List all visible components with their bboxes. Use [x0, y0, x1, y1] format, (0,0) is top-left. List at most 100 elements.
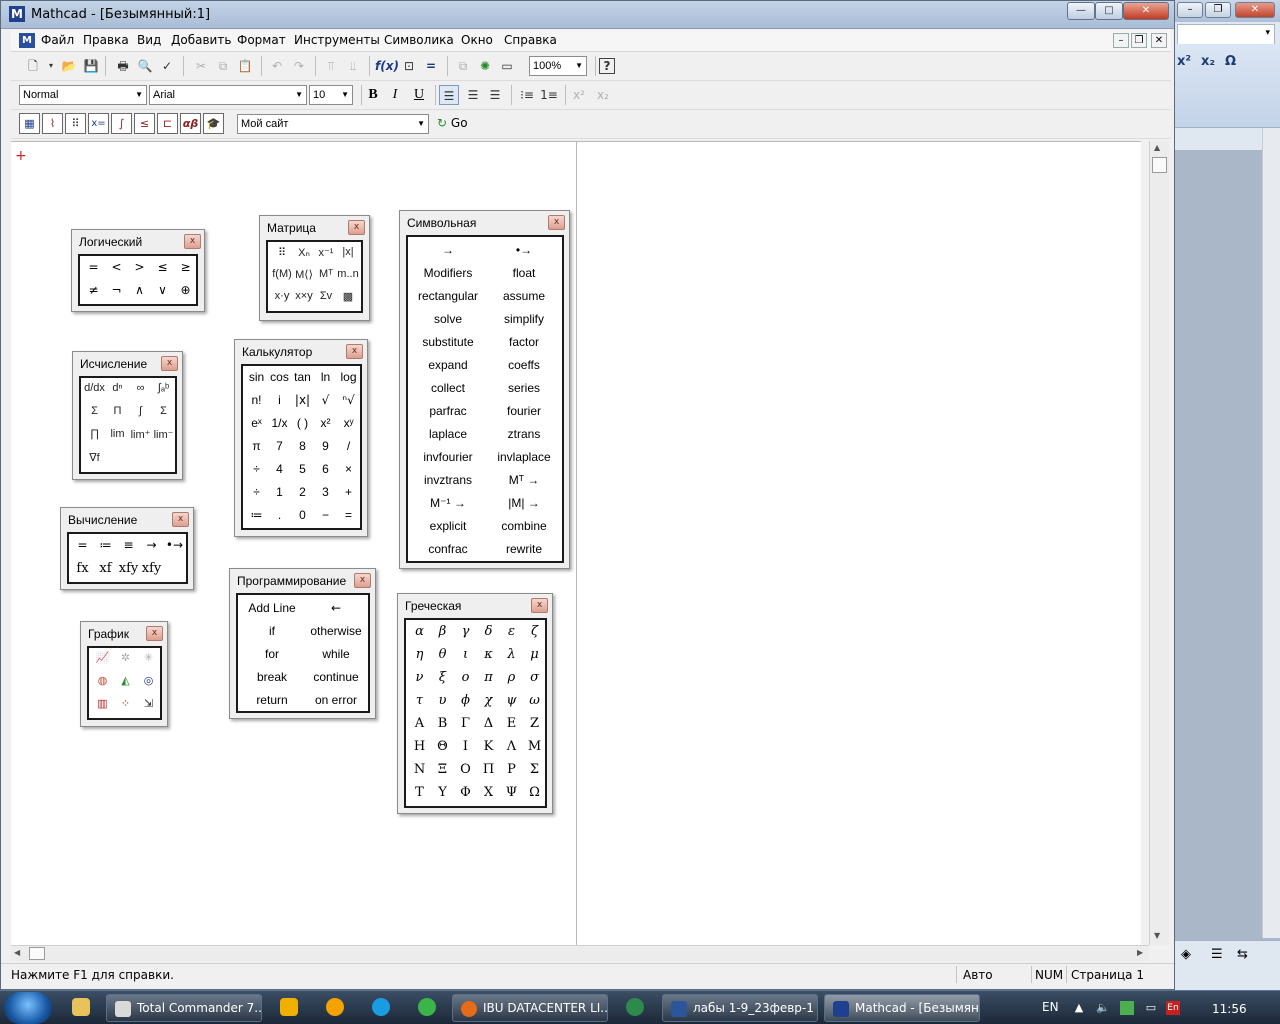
bullet-list-icon[interactable]: ⁝≡: [517, 85, 537, 105]
align-center-icon[interactable]: ☰: [463, 85, 483, 105]
greek-upper-upsilon-button[interactable]: Υ: [431, 785, 454, 800]
matrix-subscript-icon[interactable]: Xₙ: [293, 246, 315, 259]
calc-absolute-button[interactable]: |x|: [291, 393, 314, 407]
prog-otherwise-button[interactable]: otherwise: [304, 624, 368, 638]
calc-3-button[interactable]: 3: [314, 485, 337, 499]
eval-treefix-button[interactable]: xfy: [140, 561, 163, 576]
calc-sqrt-button[interactable]: √: [314, 393, 337, 407]
palette-close-button[interactable]: x: [146, 626, 163, 641]
matrix-insert-icon[interactable]: ⠿: [271, 246, 293, 259]
greek-upper-nu-button[interactable]: Ν: [408, 762, 431, 777]
scroll-right-icon[interactable]: ▶: [1137, 948, 1143, 957]
product-icon[interactable]: ∏: [83, 428, 106, 440]
greek-palette-icon[interactable]: αβ: [180, 113, 201, 134]
document-icon[interactable]: M: [19, 33, 35, 48]
resources-icon[interactable]: ✺: [475, 56, 495, 76]
calc-decimal-button[interactable]: .: [268, 508, 291, 522]
symbolic-parfrac-button[interactable]: parfrac: [410, 404, 486, 418]
logic-or-button[interactable]: ∨: [151, 283, 174, 297]
limit-icon[interactable]: lim: [106, 428, 129, 440]
scatter-plot-icon[interactable]: ⁘: [114, 697, 137, 710]
calc-5-button[interactable]: 5: [291, 462, 314, 476]
greek-lower-nu-button[interactable]: ν: [408, 670, 431, 685]
superscript-icon[interactable]: x²: [569, 85, 589, 105]
subscript-icon[interactable]: x₂: [593, 85, 613, 105]
greek-upper-delta-button[interactable]: Δ: [477, 716, 500, 731]
calc-square-button[interactable]: x²: [314, 416, 337, 430]
range-sum-icon[interactable]: Σ: [83, 405, 106, 417]
taskbar-button-mathcad[interactable]: Mathcad - [Безымян...: [824, 994, 980, 1022]
logic-less-equal-button[interactable]: ≤: [151, 260, 174, 274]
window-icon[interactable]: ▭: [497, 56, 517, 76]
palette-close-button[interactable]: x: [346, 344, 363, 359]
prog-while-button[interactable]: while: [304, 647, 368, 661]
symbolic-assume-button[interactable]: assume: [486, 289, 562, 303]
greek-upper-alpha-button[interactable]: Α: [408, 716, 431, 731]
limit-right-icon[interactable]: lim⁺: [129, 428, 152, 441]
greek-upper-lambda-button[interactable]: Λ: [500, 739, 523, 754]
prog-add-line-button[interactable]: Add Line: [240, 601, 304, 615]
symbolic-combine-button[interactable]: combine: [486, 519, 562, 533]
menu-edit[interactable]: Правка: [83, 33, 129, 47]
matrix-column-icon[interactable]: M⟨⟩: [293, 268, 315, 281]
component-icon[interactable]: ⧉: [453, 56, 473, 76]
symbolic-substitute-button[interactable]: substitute: [410, 335, 486, 349]
skype-icon[interactable]: [372, 998, 390, 1016]
symbolic-invztrans-button[interactable]: invztrans: [410, 473, 486, 487]
site-select[interactable]: Мой сайт ▼: [237, 114, 429, 134]
superscript-icon[interactable]: x²: [1177, 54, 1191, 69]
matrix-sum-icon[interactable]: Σv: [315, 290, 337, 302]
monitor-icon[interactable]: ▭: [1144, 1001, 1158, 1015]
greek-upper-mu-button[interactable]: Μ: [523, 739, 546, 754]
clock[interactable]: 11:56: [1212, 1002, 1247, 1016]
calc-7-button[interactable]: 7: [268, 439, 291, 453]
contour-plot-icon[interactable]: ◎: [137, 674, 160, 687]
symbolic-expand-button[interactable]: expand: [410, 358, 486, 372]
palette-close-button[interactable]: x: [184, 234, 201, 249]
language-indicator[interactable]: EN: [1042, 1000, 1059, 1014]
palette-title[interactable]: График: [88, 627, 129, 641]
calc-define-button[interactable]: ≔: [245, 508, 268, 522]
palette-close-button[interactable]: x: [531, 598, 548, 613]
calc-tan-button[interactable]: tan: [291, 370, 314, 384]
infinity-icon[interactable]: ∞: [129, 382, 152, 394]
greek-lower-tau-button[interactable]: τ: [408, 693, 431, 708]
greek-upper-sigma-button[interactable]: Σ: [523, 762, 546, 777]
horizontal-scroll-thumb[interactable]: [29, 947, 45, 960]
greek-lower-beta-button[interactable]: β: [431, 624, 454, 639]
greek-lower-zeta-button[interactable]: ζ: [523, 624, 546, 639]
greek-lower-delta-button[interactable]: δ: [477, 624, 500, 639]
symbolic-determinant-button[interactable]: |M| →: [486, 496, 562, 510]
symbolic-keyword-eval-button[interactable]: •→: [486, 243, 562, 257]
menu-window[interactable]: Окно: [461, 33, 493, 47]
zoom-select[interactable]: 100% ▼: [529, 56, 587, 76]
menu-insert[interactable]: Добавить: [171, 33, 231, 47]
insert-unit-icon[interactable]: ⊡: [399, 56, 419, 76]
greek-lower-epsilon-button[interactable]: ε: [500, 624, 523, 639]
symbolic-invlaplace-button[interactable]: invlaplace: [486, 450, 562, 464]
vertical-scrollbar[interactable]: ▲ ▼: [1149, 141, 1169, 945]
greek-upper-xi-button[interactable]: Ξ: [431, 762, 454, 777]
range-product-icon[interactable]: Π: [106, 405, 129, 417]
logic-less-button[interactable]: <: [105, 260, 128, 274]
matrix-determinant-icon[interactable]: |x|: [337, 246, 359, 258]
symbolic-fourier-button[interactable]: fourier: [486, 404, 562, 418]
palette-title[interactable]: Греческая: [405, 599, 461, 613]
greek-lower-psi-button[interactable]: ψ: [500, 693, 523, 708]
calculus-palette-icon[interactable]: ∫: [111, 113, 132, 134]
scroll-down-icon[interactable]: ▼: [1154, 931, 1160, 940]
align-down-icon[interactable]: ⫫: [343, 56, 363, 76]
prog-continue-button[interactable]: continue: [304, 670, 368, 684]
insert-function-icon[interactable]: f(x): [375, 56, 399, 76]
palette-close-button[interactable]: x: [548, 215, 565, 230]
greek-upper-theta-button[interactable]: Θ: [431, 739, 454, 754]
greek-lower-pi-button[interactable]: π: [477, 670, 500, 685]
calc-parentheses-button[interactable]: ( ): [291, 416, 314, 430]
new-dropdown-icon[interactable]: ▾: [41, 56, 61, 76]
programming-palette-icon[interactable]: ⊏: [157, 113, 178, 134]
vertical-scroll-thumb[interactable]: [1152, 157, 1167, 173]
calc-6-button[interactable]: 6: [314, 462, 337, 476]
background-vertical-scrollbar[interactable]: [1262, 128, 1280, 938]
evaluation-palette-icon[interactable]: x=: [88, 113, 109, 134]
symbolic-palette-icon[interactable]: 🎓: [203, 113, 224, 134]
